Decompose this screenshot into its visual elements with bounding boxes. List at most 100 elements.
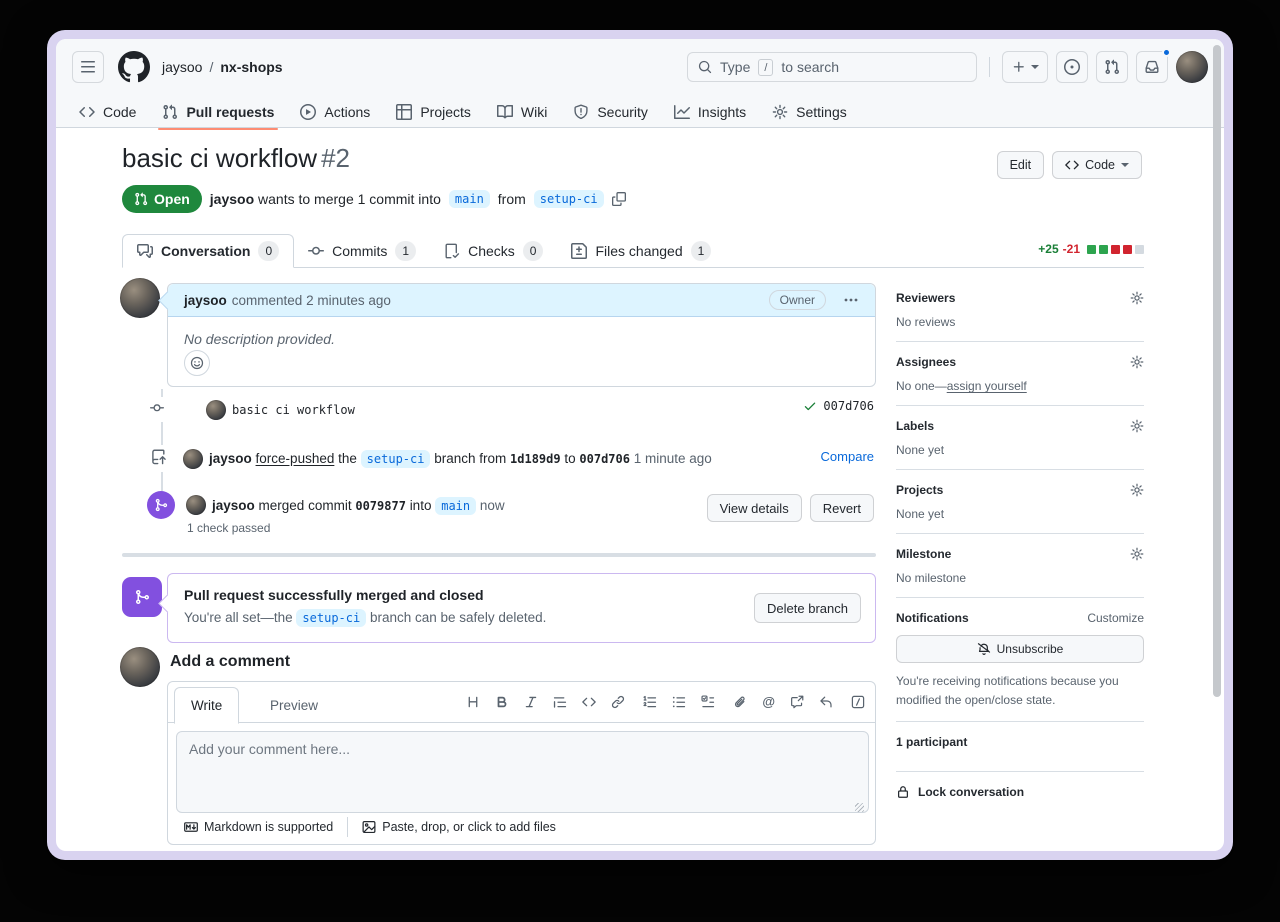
breadcrumb-owner[interactable]: jaysoo: [162, 59, 202, 75]
sidebar-section-notifications: Notifications Customize Unsubscribe You'…: [896, 611, 1144, 722]
assign-yourself-link[interactable]: assign yourself: [947, 379, 1027, 393]
tab-write[interactable]: Write: [174, 687, 239, 724]
quote-icon[interactable]: [553, 695, 567, 709]
github-logo-icon[interactable]: [118, 51, 150, 83]
nav-item-pull-requests[interactable]: Pull requests: [154, 99, 282, 125]
lock-conversation-button[interactable]: Lock conversation: [896, 785, 1144, 799]
force-push-time[interactable]: 1 minute ago: [634, 451, 712, 466]
sidebar-section-milestone: Milestone No milestone: [896, 547, 1144, 598]
compare-link[interactable]: Compare: [821, 449, 874, 464]
gear-icon[interactable]: [1130, 483, 1144, 497]
tasklist-icon[interactable]: [701, 695, 715, 709]
kebab-menu-icon[interactable]: [843, 292, 859, 308]
app-header: jaysoo / nx-shops Type / to search: [56, 39, 1224, 128]
edit-button[interactable]: Edit: [997, 151, 1045, 179]
reply-icon[interactable]: [819, 695, 833, 709]
scrollbar-thumb[interactable]: [1213, 45, 1221, 697]
cross-reference-icon[interactable]: [790, 695, 804, 709]
search-icon: [698, 60, 712, 74]
revert-button[interactable]: Revert: [810, 494, 874, 522]
head-branch-label[interactable]: setup-ci: [534, 190, 604, 208]
composer-avatar[interactable]: [120, 647, 160, 687]
nav-item-wiki[interactable]: Wiki: [489, 99, 555, 125]
composer-footer: Markdown is supported Paste, drop, or cl…: [184, 817, 556, 837]
bold-icon[interactable]: [495, 695, 509, 709]
merge-actions: View details Revert: [707, 494, 874, 522]
force-push-branch-label[interactable]: setup-ci: [361, 450, 431, 468]
commit-sha-link[interactable]: 007d706: [823, 399, 874, 413]
gear-icon[interactable]: [1130, 291, 1144, 305]
nav-item-insights[interactable]: Insights: [666, 99, 754, 125]
merge-author-avatar[interactable]: [186, 495, 206, 515]
user-avatar[interactable]: [1176, 51, 1208, 83]
code-dropdown-button[interactable]: Code: [1052, 151, 1142, 179]
paperclip-icon[interactable]: [733, 695, 747, 709]
merge-time[interactable]: now: [480, 498, 505, 513]
search-placeholder-post: to search: [781, 59, 839, 75]
merge-sha[interactable]: 0079877: [355, 499, 406, 513]
issues-button[interactable]: [1056, 51, 1088, 83]
pr-tabbar: Conversation 0 Commits 1 Checks 0 Files …: [122, 234, 1144, 268]
commit-author-avatar[interactable]: [206, 400, 226, 420]
nav-item-projects[interactable]: Projects: [388, 99, 479, 125]
git-commit-icon: [148, 397, 166, 422]
sidebar-section-reviewers: Reviewers No reviews: [896, 291, 1144, 342]
nav-item-settings[interactable]: Settings: [764, 99, 855, 125]
ordered-list-icon[interactable]: [643, 695, 657, 709]
merge-author[interactable]: jaysoo: [212, 498, 255, 513]
base-branch-label[interactable]: main: [449, 190, 490, 208]
topbar-right: Type / to search: [687, 51, 1208, 83]
table-icon: [396, 104, 412, 120]
merge-branch-label[interactable]: main: [435, 497, 476, 515]
nav-item-security[interactable]: Security: [565, 99, 656, 125]
breadcrumb-repo[interactable]: nx-shops: [220, 59, 282, 75]
comment-textarea[interactable]: [176, 731, 869, 813]
force-push-avatar[interactable]: [183, 449, 203, 469]
add-reaction-button[interactable]: [184, 350, 210, 376]
global-menu-button[interactable]: [72, 51, 104, 83]
markdown-supported-link[interactable]: Markdown is supported: [184, 820, 333, 834]
merge-check-status[interactable]: 1 check passed: [187, 521, 270, 535]
tab-preview[interactable]: Preview: [254, 687, 334, 724]
pr-author-link[interactable]: jaysoo: [210, 191, 254, 207]
link-icon[interactable]: [611, 695, 625, 709]
milestone-value: No milestone: [896, 571, 1144, 585]
unsubscribe-button[interactable]: Unsubscribe: [896, 635, 1144, 663]
copy-icon[interactable]: [612, 192, 626, 206]
mention-icon[interactable]: @: [762, 694, 775, 709]
tab-checks[interactable]: Checks 0: [430, 234, 557, 268]
customize-link[interactable]: Customize: [1087, 611, 1144, 625]
unordered-list-icon[interactable]: [672, 695, 686, 709]
comment-author-avatar[interactable]: [120, 278, 160, 318]
italic-icon[interactable]: [524, 695, 538, 709]
nav-item-actions[interactable]: Actions: [292, 99, 378, 125]
search-input[interactable]: Type / to search: [687, 52, 977, 82]
slash-commands-icon[interactable]: [851, 695, 865, 709]
footer-divider: [347, 817, 348, 837]
commit-message-link[interactable]: basic ci workflow: [232, 403, 355, 417]
force-push-verb[interactable]: force-pushed: [256, 451, 335, 466]
nav-item-code[interactable]: Code: [71, 99, 144, 125]
tab-commits[interactable]: Commits 1: [294, 234, 430, 268]
heading-icon[interactable]: [466, 695, 480, 709]
gear-icon[interactable]: [1130, 547, 1144, 561]
comment-author-link[interactable]: jaysoo: [184, 293, 227, 308]
view-details-button[interactable]: View details: [707, 494, 802, 522]
banner-branch-label[interactable]: setup-ci: [296, 609, 366, 627]
git-commit-icon: [308, 243, 324, 259]
merged-banner: Pull request successfully merged and clo…: [167, 573, 876, 643]
code-icon[interactable]: [582, 695, 596, 709]
comment-meta[interactable]: commented 2 minutes ago: [232, 293, 391, 308]
force-push-author[interactable]: jaysoo: [209, 451, 252, 466]
tab-conversation[interactable]: Conversation 0: [122, 234, 294, 268]
gear-icon[interactable]: [1130, 355, 1144, 369]
create-new-button[interactable]: [1002, 51, 1048, 83]
gear-icon[interactable]: [1130, 419, 1144, 433]
force-push-event: jaysoo force-pushed the setup-ci branch …: [149, 445, 712, 472]
attach-files-button[interactable]: Paste, drop, or click to add files: [362, 820, 556, 834]
pull-requests-button[interactable]: [1096, 51, 1128, 83]
tab-files-changed[interactable]: Files changed 1: [557, 234, 725, 268]
delete-branch-button[interactable]: Delete branch: [754, 593, 861, 623]
checklist-icon: [444, 243, 460, 259]
owner-badge[interactable]: Owner: [769, 290, 826, 310]
